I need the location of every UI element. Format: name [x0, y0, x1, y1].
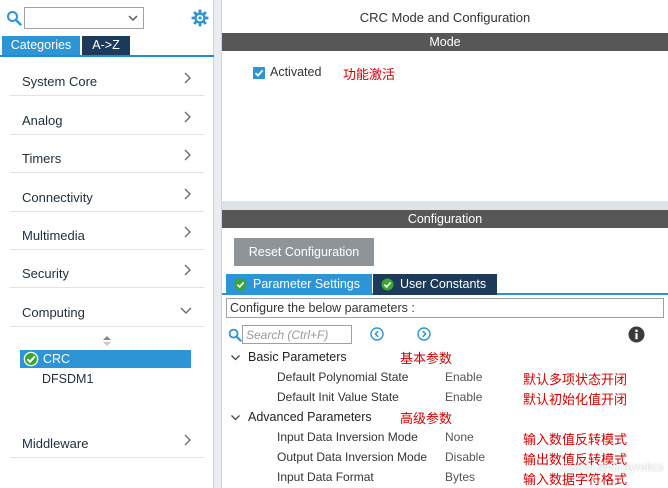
chevron-right-icon [184, 264, 191, 276]
group-advanced-parameters[interactable]: Advanced Parameters 高级参数 [222, 408, 668, 427]
tab-label: Parameter Settings [253, 277, 360, 291]
activated-annotation: 功能激活 [343, 67, 396, 82]
parameter-name: Input Data Inversion Mode [277, 430, 418, 444]
section-divider [222, 201, 668, 210]
info-icon[interactable] [628, 326, 645, 343]
checkmark-icon [254, 69, 264, 77]
search-icon[interactable] [228, 328, 242, 342]
category-timers[interactable]: Timers [10, 135, 204, 173]
category-label: Computing [22, 305, 85, 320]
parameter-annotation: 默认初始化值开闭 [523, 392, 628, 407]
computing-item-crc[interactable]: CRC [20, 350, 191, 368]
watermark-text: CSDN @Grayrelics [560, 460, 664, 474]
parameter-row[interactable]: Input Data Inversion Mode None 输入数值反转模式 [222, 428, 668, 447]
category-search-row [0, 0, 214, 36]
group-annotation: 高级参数 [400, 411, 453, 426]
category-label: Timers [22, 151, 62, 166]
previous-match-icon[interactable] [370, 327, 384, 341]
check-circle-icon [23, 351, 39, 367]
configuration-section: Reset Configuration Parameter Settings U… [222, 228, 668, 488]
parameter-row[interactable]: Default Init Value State Enable 默认初始化值开闭 [222, 388, 668, 407]
category-connectivity[interactable]: Connectivity [10, 174, 204, 212]
category-multimedia[interactable]: Multimedia [10, 212, 204, 250]
parameter-search-input[interactable] [242, 325, 352, 344]
mode-section: Activated 功能激活 [222, 51, 668, 201]
tab-categories[interactable]: Categories [2, 36, 80, 55]
parameter-value[interactable]: Enable [445, 370, 482, 384]
page-title: CRC Mode and Configuration [222, 0, 668, 36]
chevron-down-icon[interactable] [127, 12, 139, 24]
category-label: Connectivity [22, 190, 93, 205]
tab-label: User Constants [400, 277, 487, 291]
configure-parameters-box: Configure the below parameters : [226, 298, 664, 318]
parameter-row[interactable]: Default Polynomial State Enable 默认多项状态开闭 [222, 368, 668, 387]
chevron-right-icon [184, 434, 191, 446]
parameter-name: Input Data Format [277, 470, 374, 484]
search-icon[interactable] [6, 10, 22, 26]
parameter-value[interactable]: None [445, 430, 474, 444]
chevron-down-icon[interactable] [230, 352, 241, 363]
tab-parameter-settings[interactable]: Parameter Settings [226, 274, 372, 295]
category-search-combo[interactable] [24, 7, 144, 29]
parameter-name: Default Init Value State [277, 390, 399, 404]
tab-user-constants[interactable]: User Constants [373, 274, 497, 295]
activated-checkbox[interactable] [253, 67, 265, 79]
parameter-annotation: 输入数值反转模式 [523, 432, 628, 447]
configure-instructions: Configure the below parameters : [230, 301, 415, 315]
category-label: Middleware [22, 436, 89, 451]
tab-a-to-z[interactable]: A->Z [82, 36, 130, 55]
parameter-value[interactable]: Bytes [445, 470, 475, 484]
group-basic-parameters[interactable]: Basic Parameters 基本参数 [222, 348, 668, 367]
computing-item-dfsdm1[interactable]: DFSDM1 [42, 372, 93, 386]
parameter-annotation: 默认多项状态开闭 [523, 372, 628, 387]
category-security[interactable]: Security [10, 250, 204, 288]
category-analog[interactable]: Analog [10, 97, 204, 135]
check-circle-icon [234, 278, 247, 291]
reset-configuration-button[interactable]: Reset Configuration [234, 238, 374, 266]
categories-panel: Categories A->Z System Core Analog Timer… [0, 0, 214, 488]
category-label: Multimedia [22, 228, 85, 243]
computing-item-label: CRC [43, 352, 71, 366]
chevron-right-icon [184, 226, 191, 238]
chevron-right-icon [184, 188, 191, 200]
category-middleware[interactable]: Middleware [10, 420, 204, 458]
parameter-name: Output Data Inversion Mode [277, 450, 428, 464]
gear-icon[interactable] [191, 9, 209, 27]
chevron-right-icon [184, 149, 191, 161]
mode-section-header: Mode [222, 33, 668, 51]
parameter-value[interactable]: Enable [445, 390, 482, 404]
category-label: Analog [22, 113, 63, 128]
category-label: System Core [22, 74, 98, 89]
configuration-tabs: Parameter Settings User Constants [222, 273, 668, 295]
activated-label: Activated [270, 65, 322, 79]
mode-configuration-panel: CRC Mode and Configuration Mode Activate… [222, 0, 668, 488]
group-annotation: 基本参数 [400, 351, 453, 366]
chevron-right-icon [184, 72, 191, 84]
chevron-down-icon [180, 307, 192, 314]
parameter-value[interactable]: Disable [445, 450, 485, 464]
parameter-name: Default Polynomial State [277, 370, 409, 384]
configuration-section-header: Configuration [222, 210, 668, 228]
category-computing[interactable]: Computing [10, 289, 204, 327]
group-label: Basic Parameters [248, 350, 347, 364]
category-system-core[interactable]: System Core [10, 58, 204, 96]
category-tabs: Categories A->Z [0, 36, 214, 57]
check-circle-icon [381, 278, 394, 291]
next-match-icon[interactable] [417, 327, 431, 341]
sort-arrows-icon[interactable] [102, 335, 112, 347]
panel-splitter[interactable] [214, 0, 222, 488]
chevron-right-icon [184, 111, 191, 123]
category-label: Security [22, 266, 69, 281]
group-label: Advanced Parameters [248, 410, 372, 424]
chevron-down-icon[interactable] [230, 412, 241, 423]
